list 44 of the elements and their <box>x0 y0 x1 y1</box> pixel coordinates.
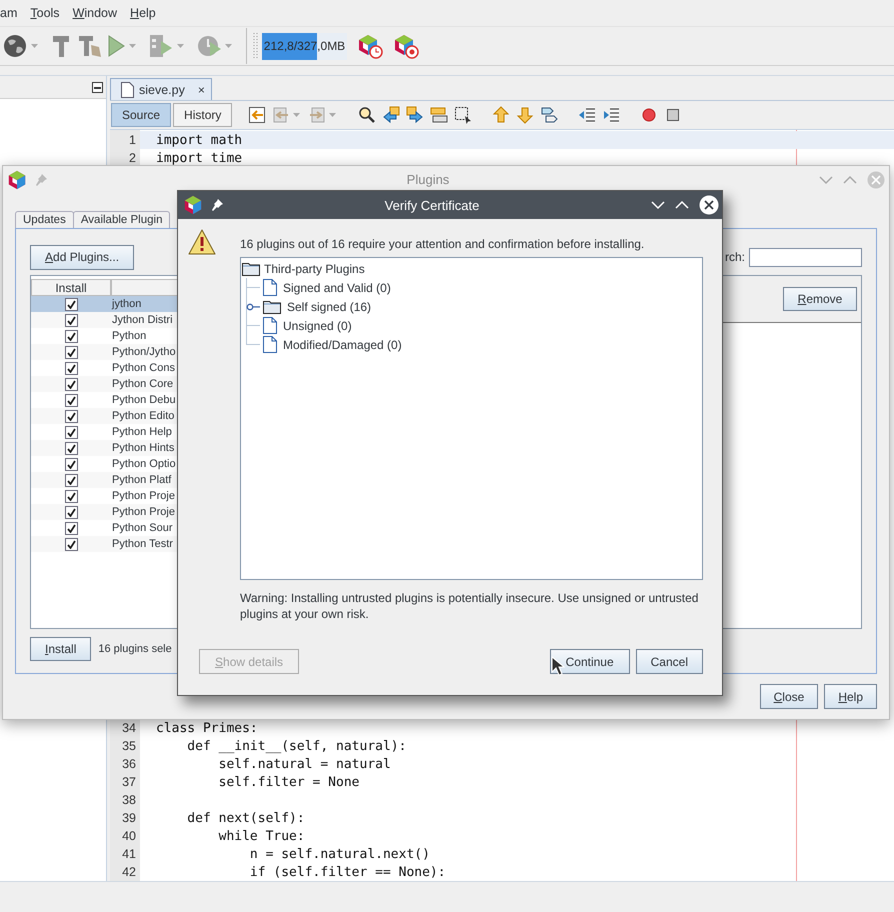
line-number: 37 <box>121 775 137 789</box>
line-number: 41 <box>121 847 137 861</box>
code-line: if (self.filter == None): <box>248 864 446 880</box>
code-line: import math <box>155 132 242 148</box>
warning-text: Warning: Installing untrusted plugins is potentially insecure. Use unsigned or untrusted plugins at your own risk. <box>240 590 700 622</box>
code-line: class Primes: <box>155 720 258 736</box>
plugin-name: Python/Jytho <box>111 346 176 358</box>
plugin-name: jython <box>111 298 142 310</box>
window-title: Verify Certificate <box>384 198 480 212</box>
code-line: self.natural = natural <box>218 756 391 772</box>
line-number: 38 <box>121 793 137 807</box>
line-number: 39 <box>121 811 137 825</box>
line-number: 36 <box>121 757 137 771</box>
code-line: self.filter = None <box>218 774 360 790</box>
code-line: n = self.natural.next() <box>248 846 430 862</box>
window-title: Plugins <box>406 172 450 187</box>
plugin-name: Python Proje <box>111 506 175 518</box>
status-text: 16 plugins sele <box>98 643 172 655</box>
line-number: 2 <box>128 151 137 165</box>
plugin-name: Python Core <box>111 378 174 390</box>
code-line: while True: <box>218 828 305 844</box>
code-line: import time <box>155 150 242 166</box>
plugin-name: Python Optio <box>111 458 176 470</box>
message-text: 16 plugins out of 16 require your attention and confirmation before installing. <box>240 236 646 253</box>
plugin-name: Python Proje <box>111 490 175 502</box>
plugin-name: Python Testr <box>111 538 173 550</box>
plugin-name: Python Platf <box>111 474 172 486</box>
plugin-name: Python Sour <box>111 522 173 534</box>
code-line: def next(self): <box>186 810 305 826</box>
tab-label: sieve.py <box>139 82 185 96</box>
plugin-name: Jython Distri <box>111 314 173 326</box>
code-line: def __init__(self, natural): <box>186 738 406 754</box>
plugin-name: Python Cons <box>111 362 175 374</box>
plugin-name: Python Hints <box>111 442 174 454</box>
plugin-name: Python Edito <box>111 410 174 422</box>
plugin-name: Python <box>111 330 146 342</box>
line-number: 34 <box>121 721 137 735</box>
plugin-name: Python Debu <box>111 394 176 406</box>
line-number: 40 <box>121 829 137 843</box>
search-label: rch: <box>724 250 745 264</box>
line-number: 42 <box>121 865 137 879</box>
plugin-name: Python Help <box>111 426 172 438</box>
line-number: 35 <box>121 739 137 753</box>
line-number: 1 <box>128 133 137 147</box>
